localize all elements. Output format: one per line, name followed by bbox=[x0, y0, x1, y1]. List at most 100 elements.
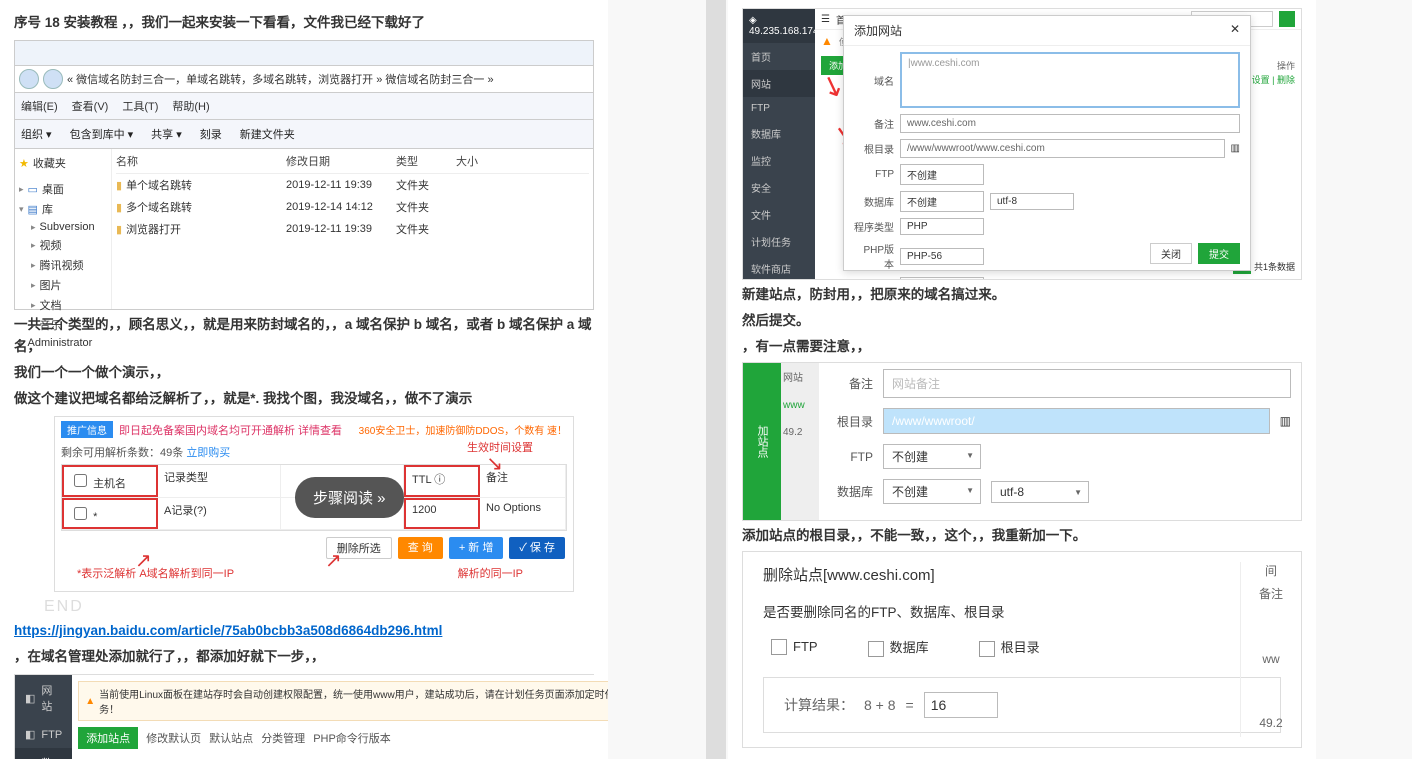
bt-sidebar: ◧网站 ◧FTP ◧数据库 ◧监控 ◧安全 ◧文件 bbox=[15, 675, 72, 759]
col-host: 主机名 bbox=[93, 478, 126, 490]
close-button: 关闭 bbox=[1150, 243, 1192, 264]
arrow-icon: ↘ bbox=[486, 451, 503, 476]
explorer-menu: 编辑(E) 查看(V) 工具(T) 帮助(H) bbox=[15, 93, 593, 120]
buy-link: 立即购买 bbox=[186, 447, 230, 459]
windows-explorer-screenshot: « 微信域名防封三合一，单域名跳转，多域名跳转，浏览器打开 » 微信域名防封三合… bbox=[14, 40, 594, 310]
promo-note: 即日起免备案国内域名均可开通解析 详情查看 bbox=[119, 422, 353, 438]
breadcrumb: « 微信域名防封三合一，单域名跳转，多域名跳转，浏览器打开 » 微信域名防封三合… bbox=[67, 71, 494, 87]
tool-lib: 包含到库中 ▾ bbox=[70, 126, 134, 142]
side-lib: 库 bbox=[42, 201, 53, 217]
arrow-icon: ↗ bbox=[325, 548, 342, 573]
tbar-item: PHP命令行版本 bbox=[313, 730, 391, 746]
folder-icon: ▮ bbox=[116, 223, 122, 236]
val-ttl: 1200 bbox=[404, 498, 480, 529]
cat-select: 默认分类 bbox=[900, 277, 984, 280]
enc-select: utf-8 bbox=[990, 193, 1074, 210]
root-input[interactable]: /www/wwwroot/ bbox=[883, 408, 1270, 434]
bt-panel-screenshot: ◧网站 ◧FTP ◧数据库 ◧监控 ◧安全 ◧文件 ▲当前使用Linux面板在建… bbox=[14, 674, 594, 759]
val-host: * bbox=[93, 511, 97, 523]
nav-back-icon bbox=[19, 69, 39, 89]
col-type: 记录类型 bbox=[158, 465, 281, 497]
side-soft: 软件商店 bbox=[743, 255, 815, 280]
red-note1: *表示泛解析 A域名解析到同一IP bbox=[71, 563, 234, 583]
tool-new: 新建文件夹 bbox=[240, 126, 295, 142]
explorer-sidebar: ★收藏夹 ▸▭桌面 ▾▤库 ▸Subversion ▸视频 ▸腾讯视频 ▸图片 … bbox=[15, 149, 112, 309]
checkbox bbox=[74, 507, 87, 520]
col-ttl: TTL ⓘ bbox=[404, 465, 480, 497]
dlg-sidebar: ◈ 49.235.168.174 首页 网站 FTP 数据库 监控 安全 文件 … bbox=[743, 9, 815, 279]
add-btn: + 新 增 bbox=[449, 537, 504, 559]
menu-help: 帮助(H) bbox=[172, 98, 209, 114]
val-type: A记录(?) bbox=[158, 498, 281, 529]
db-select[interactable]: 不创建 bbox=[883, 479, 981, 504]
promo-tag: 推广信息 bbox=[61, 421, 113, 438]
tutorial-link[interactable]: https://jingyan.baidu.com/article/75ab0b… bbox=[14, 623, 442, 638]
para: ，在域名管理处添加就行了，，都添加好就下一步，， bbox=[14, 646, 594, 668]
label-root: 根目录 bbox=[854, 141, 894, 156]
page-total: 共1条数据 bbox=[1254, 262, 1295, 272]
opt-root[interactable]: 根目录 bbox=[979, 637, 1040, 657]
side-file: 文件 bbox=[743, 201, 815, 228]
php-select: PHP-56 bbox=[900, 248, 984, 265]
checkbox-icon[interactable] bbox=[771, 639, 787, 655]
menu-edit: 编辑(E) bbox=[21, 98, 58, 114]
remark-input: www.ceshi.com bbox=[900, 114, 1240, 133]
lib-icon: ▤ bbox=[28, 203, 38, 216]
type-select: PHP bbox=[900, 218, 984, 235]
checkbox-icon[interactable] bbox=[868, 641, 884, 657]
val-remark: No Options bbox=[480, 498, 566, 529]
db-select: 不创建 bbox=[900, 191, 984, 212]
para: 添加站点的根目录，，不能一致，，这个，，我重新加一下。 bbox=[742, 525, 1302, 547]
nav-fwd-icon bbox=[43, 69, 63, 89]
folder-icon[interactable]: ▥ bbox=[1280, 414, 1291, 428]
add-site-btn: 添加站点 bbox=[78, 727, 138, 749]
quota: 剩余可用解析条数：49条 bbox=[61, 447, 183, 459]
tool-share: 共享 ▾ bbox=[151, 126, 182, 142]
dialog-title: 添加网站 bbox=[854, 22, 902, 39]
side-svn: Subversion bbox=[40, 221, 95, 233]
calc-input[interactable] bbox=[924, 692, 998, 718]
red-note2: 解析的同一IP bbox=[452, 563, 523, 583]
root-input: /www/wwwroot/www.ceshi.com bbox=[900, 139, 1225, 158]
para: ，有一点需要注意，， bbox=[742, 336, 1302, 358]
mid-col: 网站 www 49.2 bbox=[781, 363, 819, 520]
label-db: 数据库 bbox=[854, 194, 894, 209]
intro-text: 序号 18 安装教程 ，，我们一起来安装一下看看，文件我已经下载好了 bbox=[14, 12, 594, 34]
explorer-columns: 名称修改日期类型大小 bbox=[116, 149, 589, 174]
tbar-item: 修改默认页 bbox=[146, 730, 201, 746]
bt-add-site-screenshot: ◈ 49.235.168.174 首页 网站 FTP 数据库 监控 安全 文件 … bbox=[742, 8, 1302, 280]
label-domain: 域名 bbox=[854, 73, 894, 88]
add-site-tab: 加站点 bbox=[743, 363, 781, 520]
dns-screenshot: 生效时间设置 ↘ 推广信息 即日起免备案国内域名均可开通解析 详情查看 360安… bbox=[54, 416, 574, 592]
delete-title: 删除站点[www.ceshi.com] bbox=[743, 552, 1301, 597]
tool-burn: 刻录 bbox=[200, 126, 222, 142]
menu-tools: 工具(T) bbox=[122, 98, 158, 114]
enc-select[interactable]: utf-8 bbox=[991, 481, 1089, 503]
step-bubble: 步骤阅读 » bbox=[295, 477, 404, 518]
side-doc: 文档 bbox=[40, 297, 62, 313]
tbar-item: 分类管理 bbox=[261, 730, 305, 746]
domain-textarea: |www.ceshi.com bbox=[900, 52, 1240, 108]
folder-icon: ▮ bbox=[116, 201, 122, 214]
side-sec: 安全 bbox=[743, 174, 815, 201]
side-home: 首页 bbox=[743, 43, 815, 70]
end-marker: END bbox=[44, 598, 594, 616]
para: 然后提交。 bbox=[742, 310, 1302, 332]
para: 我们一个一个做个演示，， bbox=[14, 362, 594, 384]
desktop-icon: ▭ bbox=[28, 183, 38, 196]
file-row: ▮单个域名跳转2019-12-11 19:39文件夹 bbox=[116, 174, 589, 196]
label-type: 程序类型 bbox=[854, 219, 894, 234]
ftp-select[interactable]: 不创建 bbox=[883, 444, 981, 469]
tool-org: 组织 ▾ bbox=[21, 126, 52, 142]
opt-db[interactable]: 数据库 bbox=[868, 637, 929, 657]
label-php: PHP版本 bbox=[854, 241, 894, 271]
side-db: ◧数据库 bbox=[15, 748, 72, 759]
submit-button: 提交 bbox=[1198, 243, 1240, 264]
checkbox-icon[interactable] bbox=[979, 641, 995, 657]
label-remark: 备注 bbox=[854, 116, 894, 131]
opt-ftp[interactable]: FTP bbox=[771, 639, 818, 656]
remark-input[interactable]: 网站备注 bbox=[883, 369, 1291, 398]
close-icon: ✕ bbox=[1230, 22, 1240, 39]
promo-right: 360安全卫士，加速防御防DDOS，个数有 速！ bbox=[359, 422, 567, 437]
folder-icon: ▥ bbox=[1231, 143, 1240, 154]
